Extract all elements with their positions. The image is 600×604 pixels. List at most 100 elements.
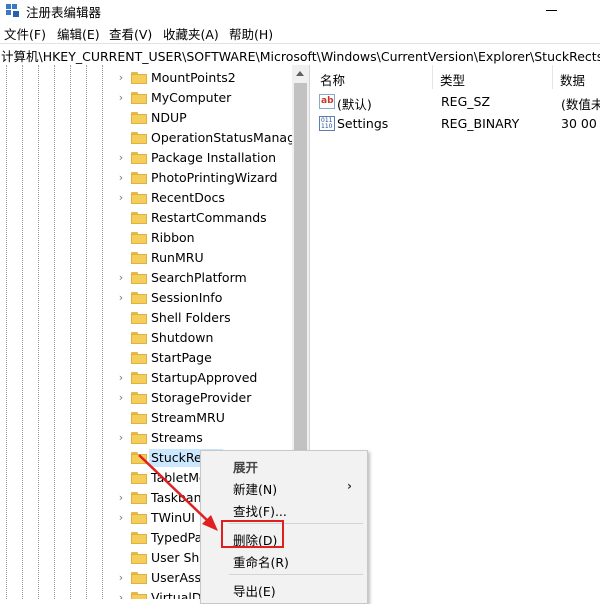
tree-node-label: StorageProvider (151, 390, 252, 405)
expand-chevron-icon[interactable]: › (115, 592, 127, 600)
expand-chevron-icon[interactable]: › (115, 392, 127, 404)
tree-node[interactable]: NDUP (0, 108, 292, 128)
tree-node[interactable]: › PhotoPrintingWizard (0, 168, 292, 188)
folder-icon (131, 192, 147, 204)
tree-node[interactable]: › SessionInfo (0, 288, 292, 308)
menu-help[interactable]: 帮助(H) (229, 24, 273, 43)
tree-node-label: TWinUI (151, 510, 195, 525)
folder-icon (131, 72, 147, 84)
menu-item-expand[interactable]: 展开 (201, 454, 367, 476)
expand-chevron-icon[interactable]: › (115, 292, 127, 304)
menu-file[interactable]: 文件(F) (4, 24, 46, 43)
tree-node[interactable]: › Streams (0, 428, 292, 448)
tree-node-label: Shell Folders (151, 310, 231, 325)
value-name: (默认) (337, 97, 372, 112)
folder-icon (131, 272, 147, 284)
expand-chevron-icon[interactable]: › (115, 492, 127, 504)
menu-item-export[interactable]: 导出(E) (201, 578, 367, 600)
scroll-thumb[interactable] (294, 83, 307, 466)
tree-node[interactable]: › RecentDocs (0, 188, 292, 208)
tree-node[interactable]: StartPage (0, 348, 292, 368)
menu-item-rename[interactable]: 重命名(R) (201, 549, 367, 571)
folder-icon (131, 92, 147, 104)
delete-highlight-box (221, 520, 284, 548)
menu-item-find[interactable]: 查找(F)... (201, 498, 367, 520)
tree-node[interactable]: › MountPoints2 (0, 68, 292, 88)
folder-icon (131, 572, 147, 584)
folder-icon (131, 352, 147, 364)
expand-chevron-icon[interactable]: › (115, 92, 127, 104)
window-title: 注册表编辑器 (26, 5, 102, 20)
expand-chevron-icon[interactable]: › (115, 372, 127, 384)
folder-icon (131, 452, 147, 464)
tree-node-label: StartPage (151, 350, 212, 365)
folder-icon (131, 512, 147, 524)
menu-favorites[interactable]: 收藏夹(A) (163, 24, 219, 43)
tree-node[interactable]: › StartupApproved (0, 368, 292, 388)
value-type: REG_SZ (441, 94, 491, 109)
expand-chevron-icon[interactable]: › (115, 152, 127, 164)
tree-node[interactable]: Ribbon (0, 228, 292, 248)
folder-icon (131, 332, 147, 344)
menu-item-new[interactable]: 新建(N) › (201, 476, 367, 498)
tree-node[interactable]: › Package Installation (0, 148, 292, 168)
folder-icon (131, 132, 147, 144)
tree-node[interactable]: OperationStatusManager (0, 128, 292, 148)
expand-chevron-icon[interactable]: › (115, 272, 127, 284)
tree-node-label: Streams (151, 430, 203, 445)
tree-node-label: OperationStatusManager (151, 130, 292, 145)
expand-chevron-icon[interactable]: › (115, 512, 127, 524)
folder-icon (131, 392, 147, 404)
value-row-default[interactable]: ab (默认) REG_SZ (数值未设置) (313, 91, 600, 113)
expand-chevron-icon[interactable]: › (115, 192, 127, 204)
address-path: 计算机\HKEY_CURRENT_USER\SOFTWARE\Microsoft… (1, 49, 600, 64)
title-bar: 注册表编辑器 (0, 0, 600, 21)
value-data: (数值未设置) (561, 97, 600, 112)
submenu-arrow-icon: › (347, 479, 352, 493)
folder-icon (131, 432, 147, 444)
tree-node[interactable]: RunMRU (0, 248, 292, 268)
tree-node-label: RunMRU (151, 250, 204, 265)
expand-chevron-icon[interactable]: › (115, 432, 127, 444)
expand-chevron-icon[interactable]: › (115, 572, 127, 584)
value-data: 30 00 00 00 (561, 116, 600, 131)
tree-node[interactable]: › SearchPlatform (0, 268, 292, 288)
tree-node-label: Package Installation (151, 150, 277, 165)
tree-node[interactable]: › StorageProvider (0, 388, 292, 408)
menu-view[interactable]: 查看(V) (109, 24, 152, 43)
string-value-icon: ab (319, 94, 335, 109)
tree-node-label: RestartCommands (151, 210, 267, 225)
tree-node-label: Shutdown (151, 330, 214, 345)
binary-value-icon: 011 110 (319, 116, 335, 131)
tree-node[interactable]: Shutdown (0, 328, 292, 348)
tree-node-label: SearchPlatform (151, 270, 247, 285)
folder-icon (131, 552, 147, 564)
tree-node[interactable]: StreamMRU (0, 408, 292, 428)
folder-icon (131, 412, 147, 424)
value-row-settings[interactable]: 011110 Settings REG_BINARY 30 00 00 00 (313, 113, 600, 135)
folder-icon (131, 472, 147, 484)
registry-editor-icon (6, 4, 19, 17)
value-type: REG_BINARY (441, 116, 520, 131)
folder-icon (131, 292, 147, 304)
folder-icon (131, 372, 147, 384)
tree-node[interactable]: RestartCommands (0, 208, 292, 228)
expand-chevron-icon[interactable]: › (115, 172, 127, 184)
folder-icon (131, 212, 147, 224)
column-header-name[interactable]: 名称 (313, 65, 433, 89)
menu-separator (229, 574, 363, 575)
tree-node-label: StreamMRU (151, 410, 225, 425)
menu-edit[interactable]: 编辑(E) (57, 24, 100, 43)
scroll-up-arrow-icon[interactable] (292, 65, 309, 82)
column-header-data[interactable]: 数据 (553, 65, 600, 89)
expand-chevron-icon[interactable]: › (115, 72, 127, 84)
folder-icon (131, 112, 147, 124)
minimize-button[interactable] (540, 2, 564, 18)
tree-node[interactable]: Shell Folders (0, 308, 292, 328)
folder-icon (131, 592, 147, 599)
column-header-type[interactable]: 类型 (433, 65, 553, 89)
address-bar[interactable]: 计算机\HKEY_CURRENT_USER\SOFTWARE\Microsoft… (0, 43, 600, 66)
value-name: Settings (337, 116, 389, 131)
tree-node-label: SessionInfo (151, 290, 223, 305)
tree-node[interactable]: › MyComputer (0, 88, 292, 108)
